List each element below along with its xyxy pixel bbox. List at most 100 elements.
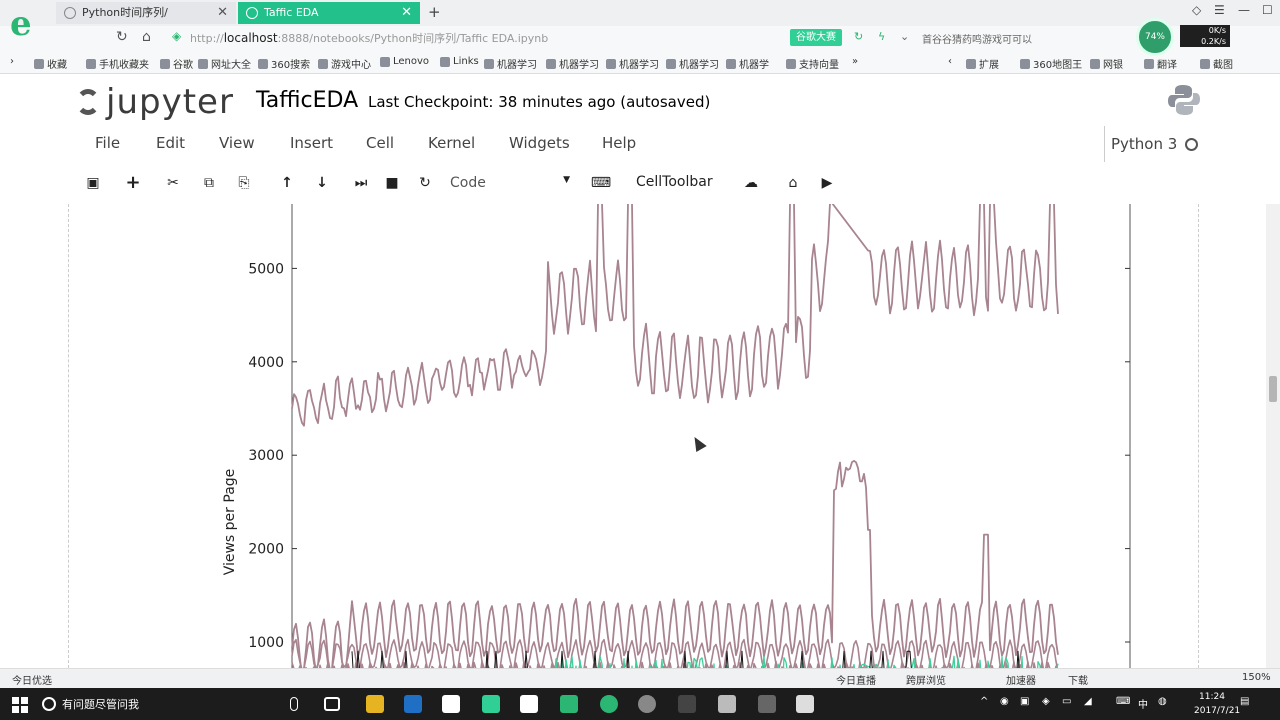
bookmark-item[interactable]: 扩展 bbox=[966, 56, 999, 71]
keyboard-icon[interactable]: ⌨ bbox=[590, 172, 612, 194]
app-icon[interactable] bbox=[560, 695, 578, 713]
menu-edit[interactable]: Edit bbox=[156, 134, 185, 152]
battery-icon[interactable]: ▭ bbox=[1062, 696, 1071, 707]
tray-icon[interactable]: ▣ bbox=[1020, 696, 1029, 707]
bookmark-item[interactable]: 截图 bbox=[1200, 56, 1233, 71]
bookmark-item[interactable]: 机器学习 bbox=[606, 56, 659, 71]
chevron-left-icon[interactable]: ‹ bbox=[948, 56, 952, 67]
stop-icon[interactable]: ■ bbox=[381, 172, 403, 194]
bookmark-item[interactable]: 支持向量 bbox=[786, 56, 839, 71]
edge-browser-icon[interactable] bbox=[404, 695, 422, 713]
bookmark-item[interactable]: Lenovo bbox=[380, 56, 429, 67]
cortana-search[interactable]: 有问题尽管问我 bbox=[42, 694, 282, 714]
app-icon[interactable] bbox=[638, 695, 656, 713]
chevron-up-icon[interactable]: ^ bbox=[980, 696, 988, 707]
arrow-up-icon[interactable]: ↑ bbox=[276, 172, 298, 194]
browser-360-icon[interactable] bbox=[600, 695, 618, 713]
download-link[interactable]: 下载 bbox=[1068, 672, 1088, 687]
chevron-down-icon[interactable]: ⌄ bbox=[900, 30, 909, 43]
menu-cell[interactable]: Cell bbox=[366, 134, 394, 152]
store-icon[interactable] bbox=[442, 695, 460, 713]
home-icon[interactable]: ⌂ bbox=[142, 29, 151, 45]
browser-tab[interactable]: Python时间序列/ ✕ bbox=[56, 2, 236, 24]
menu-kernel[interactable]: Kernel bbox=[428, 134, 475, 152]
scrollbar-thumb[interactable] bbox=[1269, 376, 1277, 402]
bookmark-item[interactable]: 360搜索 bbox=[258, 56, 310, 71]
paste-icon[interactable]: ⎘ bbox=[233, 172, 255, 194]
insert-cell-icon[interactable]: + bbox=[122, 172, 144, 194]
gift-icon[interactable]: ⌂ bbox=[782, 172, 804, 194]
app-icon[interactable] bbox=[520, 695, 538, 713]
microphone-icon[interactable] bbox=[290, 697, 298, 711]
app-icon[interactable] bbox=[796, 695, 814, 713]
network-icon[interactable]: ◢ bbox=[1084, 696, 1092, 707]
cross-screen-link[interactable]: 跨屏浏览 bbox=[906, 672, 946, 687]
app-icon[interactable] bbox=[482, 695, 500, 713]
close-icon[interactable]: ✕ bbox=[401, 2, 412, 24]
lightning-icon[interactable]: ϟ bbox=[878, 30, 885, 43]
menu-icon[interactable]: ☰ bbox=[1214, 3, 1225, 17]
menu-file[interactable]: File bbox=[95, 134, 120, 152]
new-tab-icon[interactable]: + bbox=[428, 3, 441, 21]
bookmark-item[interactable]: 手机收藏夹 bbox=[86, 56, 149, 71]
app-icon[interactable] bbox=[758, 695, 776, 713]
accelerator-link[interactable]: 加速器 bbox=[1006, 672, 1036, 687]
keyboard-icon[interactable]: ⌨ bbox=[1116, 696, 1130, 707]
skin-icon[interactable]: ◇ bbox=[1192, 3, 1201, 17]
app-icon[interactable] bbox=[718, 695, 736, 713]
menu-insert[interactable]: Insert bbox=[290, 134, 333, 152]
ime-indicator[interactable]: 中 bbox=[1138, 696, 1148, 711]
restart-icon[interactable]: ↻ bbox=[414, 172, 436, 194]
file-explorer-icon[interactable] bbox=[366, 695, 384, 713]
tray-icon[interactable]: ◈ bbox=[1042, 696, 1050, 707]
search-hint[interactable]: 首谷谷猜药鸣游戏可可以 bbox=[922, 31, 1032, 46]
bookmark-item[interactable]: 机器学 bbox=[726, 56, 769, 71]
menu-help[interactable]: Help bbox=[602, 134, 636, 152]
notebook-name[interactable]: TafficEDA bbox=[256, 88, 358, 113]
bookmark-item[interactable]: 机器学习 bbox=[546, 56, 599, 71]
zoom-level[interactable]: 150% bbox=[1242, 672, 1271, 683]
browser-tab-active[interactable]: Taffic EDA ✕ bbox=[238, 2, 420, 24]
task-view-icon[interactable] bbox=[324, 697, 340, 711]
notification-icon[interactable]: ▤ bbox=[1240, 696, 1249, 707]
bookmark-item[interactable]: 收藏 bbox=[34, 56, 67, 71]
cut-icon[interactable]: ✂ bbox=[162, 172, 184, 194]
kernel-indicator[interactable]: Python 3 bbox=[1104, 126, 1199, 162]
bookmark-item[interactable]: Links bbox=[440, 56, 479, 67]
bookmark-item[interactable]: 翻译 bbox=[1144, 56, 1177, 71]
jupyter-logo[interactable]: jupyter bbox=[76, 82, 234, 122]
app-icon[interactable]: ◍ bbox=[1158, 696, 1167, 707]
refresh-icon[interactable]: ↻ bbox=[116, 29, 128, 45]
chevron-right-icon[interactable]: » bbox=[852, 56, 858, 67]
bookmark-item[interactable]: 游戏中心 bbox=[318, 56, 371, 71]
cell-type-select[interactable]: Code ▼ bbox=[450, 175, 570, 191]
copy-icon[interactable]: ⧉ bbox=[198, 172, 220, 194]
bookmark-item[interactable]: 谷歌 bbox=[160, 56, 193, 71]
save-icon[interactable]: ▣ bbox=[82, 172, 104, 194]
live-link[interactable]: 今日直播 bbox=[836, 672, 876, 687]
arrow-down-icon[interactable]: ↓ bbox=[311, 172, 333, 194]
windows-start-icon[interactable] bbox=[12, 697, 28, 713]
speed-button[interactable]: 谷歌大赛 bbox=[790, 29, 842, 46]
bookmark-item[interactable]: 360地图王 bbox=[1020, 56, 1082, 71]
run-icon[interactable]: ⏭ bbox=[350, 172, 372, 194]
network-monitor[interactable]: 74% bbox=[1136, 18, 1174, 56]
today-picks[interactable]: 今日优选 bbox=[12, 672, 52, 687]
tray-icon[interactable]: ◉ bbox=[1000, 696, 1009, 707]
menu-view[interactable]: View bbox=[219, 134, 255, 152]
clock[interactable]: 11:24 2017/7/21 bbox=[1194, 690, 1240, 718]
app-icon[interactable] bbox=[678, 695, 696, 713]
maximize-icon[interactable]: ☐ bbox=[1262, 3, 1273, 17]
bookmark-item[interactable]: 机器学习 bbox=[484, 56, 537, 71]
vertical-scrollbar[interactable] bbox=[1266, 204, 1280, 668]
celltoolbar-label[interactable]: CellToolbar bbox=[636, 174, 713, 190]
sync-icon[interactable]: ↻ bbox=[854, 30, 863, 43]
cloud-upload-icon[interactable]: ☁ bbox=[740, 172, 762, 194]
minimize-icon[interactable]: — bbox=[1238, 3, 1250, 17]
bookmark-item[interactable]: 网址大全 bbox=[198, 56, 251, 71]
bookmark-item[interactable]: 网银 bbox=[1090, 56, 1123, 71]
bookmark-item[interactable]: 机器学习 bbox=[666, 56, 719, 71]
menu-widgets[interactable]: Widgets bbox=[509, 134, 570, 152]
url-field[interactable]: http://localhost:8888/notebooks/Python时间… bbox=[190, 30, 548, 46]
chevron-right-icon[interactable]: › bbox=[10, 56, 14, 67]
